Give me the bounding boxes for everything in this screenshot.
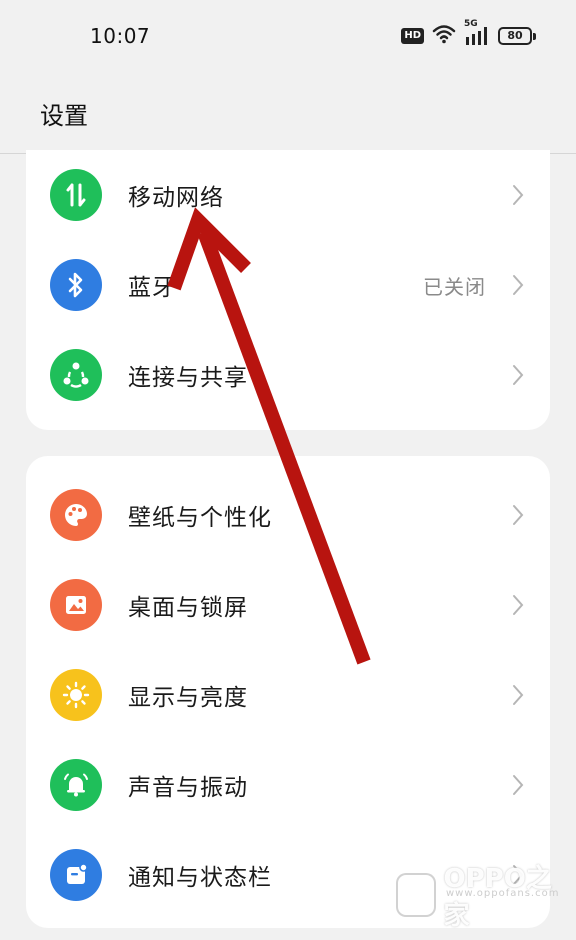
chevron-right-icon bbox=[508, 773, 528, 797]
mobile-data-icon bbox=[50, 169, 102, 221]
chevron-right-icon bbox=[508, 503, 528, 527]
notification-icon bbox=[50, 849, 102, 901]
settings-group-connectivity: 移动网络 蓝牙 已关闭 连接与共享 bbox=[26, 150, 550, 430]
settings-item-label: 声音与振动 bbox=[128, 775, 248, 801]
share-icon bbox=[50, 349, 102, 401]
brightness-icon bbox=[50, 669, 102, 721]
chevron-right-icon bbox=[508, 593, 528, 617]
settings-item-label: 蓝牙 bbox=[128, 275, 176, 301]
hd-badge: HD bbox=[401, 28, 424, 44]
chevron-right-icon bbox=[508, 183, 528, 207]
watermark-logo-icon bbox=[396, 873, 436, 917]
status-bar: 10:07 HD 5G 80 bbox=[0, 0, 576, 72]
settings-item-wallpaper[interactable]: 壁纸与个性化 bbox=[26, 470, 550, 560]
settings-item-label: 壁纸与个性化 bbox=[128, 505, 272, 531]
settings-item-label: 显示与亮度 bbox=[128, 685, 248, 711]
battery-level: 80 bbox=[498, 27, 532, 45]
settings-item-label: 通知与状态栏 bbox=[128, 865, 272, 891]
wifi-icon bbox=[432, 24, 456, 48]
bell-icon bbox=[50, 759, 102, 811]
palette-icon bbox=[50, 489, 102, 541]
page-title: 设置 bbox=[40, 102, 88, 130]
watermark-subtext: www.oppofans.com bbox=[446, 888, 560, 899]
settings-item-label: 连接与共享 bbox=[128, 365, 248, 391]
settings-item-label: 移动网络 bbox=[128, 185, 224, 211]
status-icons: HD 5G 80 bbox=[401, 19, 536, 48]
settings-item-bluetooth[interactable]: 蓝牙 已关闭 bbox=[26, 240, 550, 330]
status-time: 10:07 bbox=[90, 24, 151, 48]
settings-item-display-brightness[interactable]: 显示与亮度 bbox=[26, 650, 550, 740]
image-icon bbox=[50, 579, 102, 631]
cellular-signal-icon: 5G bbox=[464, 19, 490, 47]
chevron-right-icon bbox=[508, 363, 528, 387]
settings-item-mobile-network[interactable]: 移动网络 bbox=[26, 150, 550, 240]
settings-item-sound-vibration[interactable]: 声音与振动 bbox=[26, 740, 550, 830]
page-header: 设置 bbox=[0, 72, 576, 154]
settings-item-label: 桌面与锁屏 bbox=[128, 595, 248, 621]
settings-item-connection-sharing[interactable]: 连接与共享 bbox=[26, 330, 550, 420]
settings-item-desktop-lockscreen[interactable]: 桌面与锁屏 bbox=[26, 560, 550, 650]
bluetooth-status-value: 已关闭 bbox=[423, 274, 486, 299]
battery-icon: 80 bbox=[498, 27, 536, 45]
bluetooth-icon bbox=[50, 259, 102, 311]
watermark: OPPO之家 www.oppofans.com bbox=[396, 858, 576, 932]
chevron-right-icon bbox=[508, 273, 528, 297]
chevron-right-icon bbox=[508, 683, 528, 707]
